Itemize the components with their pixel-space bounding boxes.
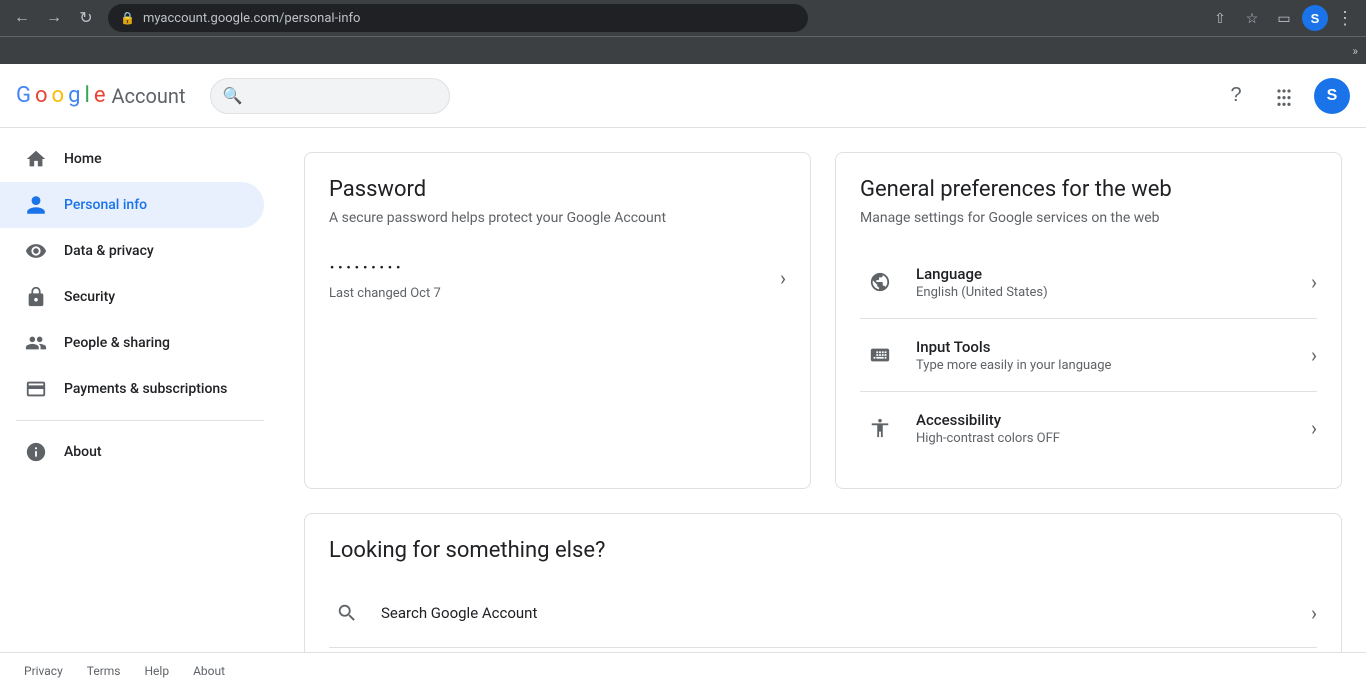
pref-label-accessibility: Accessibility <box>916 411 1311 429</box>
globe-icon <box>860 262 900 302</box>
info-icon <box>24 441 48 463</box>
header-search-icon: 🔍 <box>223 86 243 105</box>
bookmarks-bar: » <box>0 36 1366 64</box>
people-icon <box>24 332 48 354</box>
sidebar-label-data-privacy: Data & privacy <box>64 243 154 259</box>
address-text: myaccount.google.com/personal-info <box>143 11 360 26</box>
bookmarks-expand[interactable]: » <box>1352 44 1358 58</box>
sidebar: Home Personal info Data & privacy Securi… <box>0 128 280 688</box>
pref-label-input-tools: Input Tools <box>916 338 1311 356</box>
pref-desc-input-tools: Type more easily in your language <box>916 358 1311 373</box>
accessibility-chevron-icon: › <box>1311 416 1317 440</box>
forward-button[interactable]: → <box>40 4 68 32</box>
search-account-label: Search Google Account <box>381 604 1311 622</box>
header-search[interactable]: 🔍 <box>210 78 450 114</box>
apps-button[interactable] <box>1266 78 1302 114</box>
sidebar-label-about: About <box>64 444 102 460</box>
main-layout: Home Personal info Data & privacy Securi… <box>0 128 1366 688</box>
logo-g: G <box>16 83 31 108</box>
sidebar-item-home[interactable]: Home <box>0 136 264 182</box>
lock-icon <box>24 286 48 308</box>
keyboard-icon <box>860 335 900 375</box>
header-right: ? S <box>1218 78 1350 114</box>
password-card: Password A secure password helps protect… <box>304 152 811 489</box>
password-chevron-icon: › <box>780 266 786 290</box>
app-header: Google Account 🔍 ? S <box>0 64 1366 128</box>
pref-item-accessibility[interactable]: Accessibility High-contrast colors OFF › <box>860 392 1317 464</box>
sidebar-item-security[interactable]: Security <box>0 274 264 320</box>
accessibility-icon <box>860 408 900 448</box>
pref-text-language: Language English (United States) <box>916 265 1311 300</box>
footer-privacy[interactable]: Privacy <box>24 664 63 678</box>
logo-e: e <box>94 83 106 108</box>
address-bar[interactable]: 🔒 myaccount.google.com/personal-info <box>108 4 808 32</box>
sidebar-label-payments: Payments & subscriptions <box>64 381 227 397</box>
password-card-subtitle: A secure password helps protect your Goo… <box>329 210 786 226</box>
input-tools-chevron-icon: › <box>1311 343 1317 367</box>
share-button[interactable]: ⇧ <box>1206 4 1234 32</box>
sidebar-item-payments[interactable]: Payments & subscriptions <box>0 366 264 412</box>
lock-icon: 🔒 <box>120 11 135 25</box>
person-icon <box>24 194 48 216</box>
main-content: Password A secure password helps protect… <box>280 128 1366 688</box>
eye-icon <box>24 240 48 262</box>
sidebar-label-home: Home <box>64 151 102 167</box>
password-dots: ········· <box>329 254 441 282</box>
sidebar-item-data-privacy[interactable]: Data & privacy <box>0 228 264 274</box>
sidebar-label-personal-info: Personal info <box>64 197 147 213</box>
logo-o2: o <box>52 83 65 108</box>
cards-row: Password A secure password helps protect… <box>304 152 1342 489</box>
search-icon <box>329 595 365 631</box>
profile-button[interactable]: S <box>1302 5 1328 31</box>
google-logo: Google Account <box>16 83 186 108</box>
back-button[interactable]: ← <box>8 4 36 32</box>
more-button[interactable]: ⋮ <box>1332 8 1358 29</box>
logo-g2: g <box>68 83 80 108</box>
footer-about[interactable]: About <box>193 664 225 678</box>
general-prefs-card: General preferences for the web Manage s… <box>835 152 1342 489</box>
pref-label-language: Language <box>916 265 1311 283</box>
pref-text-accessibility: Accessibility High-contrast colors OFF <box>916 411 1311 446</box>
password-last-changed: Last changed Oct 7 <box>329 286 441 301</box>
pref-desc-accessibility: High-contrast colors OFF <box>916 431 1311 446</box>
footer-help[interactable]: Help <box>145 664 170 678</box>
language-chevron-icon: › <box>1311 270 1317 294</box>
password-card-title: Password <box>329 177 786 202</box>
help-button[interactable]: ? <box>1218 78 1254 114</box>
browser-nav-buttons: ← → ↻ <box>8 4 100 32</box>
sidebar-item-people-sharing[interactable]: People & sharing <box>0 320 264 366</box>
general-prefs-title: General preferences for the web <box>860 177 1317 202</box>
logo-o1: o <box>35 83 48 108</box>
reload-button[interactable]: ↻ <box>72 4 100 32</box>
sidebar-label-security: Security <box>64 289 115 305</box>
pref-item-language[interactable]: Language English (United States) › <box>860 246 1317 319</box>
footer: Privacy Terms Help About <box>0 652 1366 688</box>
pref-text-input-tools: Input Tools Type more easily in your lan… <box>916 338 1311 373</box>
browser-chrome: ← → ↻ 🔒 myaccount.google.com/personal-in… <box>0 0 1366 36</box>
user-avatar[interactable]: S <box>1314 78 1350 114</box>
sidebar-label-people-sharing: People & sharing <box>64 335 170 351</box>
credit-card-icon <box>24 378 48 400</box>
bookmark-button[interactable]: ☆ <box>1238 4 1266 32</box>
pref-desc-language: English (United States) <box>916 285 1311 300</box>
sidebar-divider <box>16 420 264 421</box>
apps-grid-icon <box>1274 86 1294 106</box>
sidebar-item-about[interactable]: About <box>0 429 264 475</box>
search-account-chevron-icon: › <box>1311 601 1317 625</box>
logo-l: l <box>84 83 89 108</box>
search-account-row[interactable]: Search Google Account › <box>329 579 1317 648</box>
browser-actions: ⇧ ☆ ▭ S ⋮ <box>1206 4 1358 32</box>
extensions-button[interactable]: ▭ <box>1270 4 1298 32</box>
footer-terms[interactable]: Terms <box>87 664 121 678</box>
pref-item-input-tools[interactable]: Input Tools Type more easily in your lan… <box>860 319 1317 392</box>
looking-section-title: Looking for something else? <box>329 538 1317 563</box>
logo-account-text: Account <box>111 84 185 108</box>
password-row[interactable]: ········· Last changed Oct 7 › <box>329 246 786 309</box>
sidebar-item-personal-info[interactable]: Personal info <box>0 182 264 228</box>
home-icon <box>24 148 48 170</box>
general-prefs-subtitle: Manage settings for Google services on t… <box>860 210 1317 226</box>
